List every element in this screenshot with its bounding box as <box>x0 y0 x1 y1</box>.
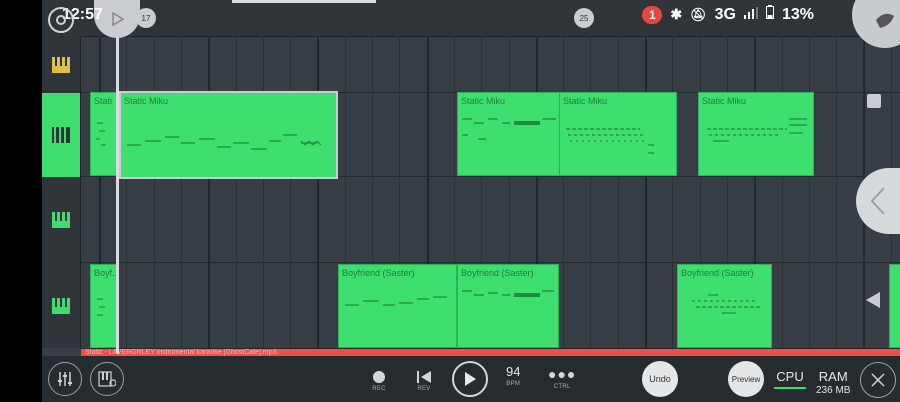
keyboard-icon <box>52 56 70 73</box>
mixer-icon <box>58 372 72 386</box>
menu-icon <box>56 15 66 25</box>
grid-line <box>672 36 674 348</box>
track-header-2[interactable] <box>42 93 80 177</box>
play-button[interactable] <box>452 361 488 397</box>
scroll-top-handle[interactable] <box>867 94 881 108</box>
playlist-grid[interactable]: Stati Static Miku Static Miku Static Mik… <box>81 36 900 349</box>
ram-meter: RAM 236 MB <box>816 369 850 396</box>
track-header-3[interactable] <box>42 177 80 263</box>
rewind-label: REV <box>417 386 431 392</box>
grid-line <box>836 36 838 348</box>
close-button[interactable] <box>860 362 896 398</box>
grid-line <box>563 36 565 348</box>
grid-line <box>208 36 211 348</box>
pattern-clip[interactable]: Boyf... <box>90 264 117 348</box>
pattern-clip[interactable]: Static Miku <box>457 92 560 176</box>
close-icon <box>871 373 885 387</box>
undo-button[interactable]: Undo <box>642 361 678 397</box>
grid-line <box>617 36 619 348</box>
scroll-left-arrow[interactable] <box>866 292 880 308</box>
chevron-left-icon <box>870 187 885 215</box>
cpu-meter: CPU <box>774 369 806 389</box>
keyboard-icon <box>52 127 70 143</box>
cpu-bar <box>774 387 806 389</box>
keyboard-icon <box>52 297 70 314</box>
pattern-clip[interactable]: Static Miku <box>559 92 677 176</box>
pattern-clip[interactable]: Stati <box>90 92 117 176</box>
control-label: CTRL <box>553 384 571 390</box>
playhead-icon <box>112 11 125 27</box>
cpu-label: CPU <box>776 369 804 384</box>
control-button[interactable]: ●●● CTRL <box>548 362 576 390</box>
ram-label: RAM <box>818 369 848 384</box>
fruit-logo-icon <box>876 13 894 28</box>
grid-line <box>781 36 783 348</box>
pattern-clip-selected[interactable]: Static Miku <box>119 91 338 179</box>
record-label: REC <box>372 386 386 392</box>
pattern-clip[interactable]: Boyfriend (Saster) <box>457 264 559 348</box>
undo-label: Undo <box>649 374 671 384</box>
grid-line <box>262 36 264 348</box>
track-lane-3[interactable] <box>81 177 900 263</box>
pattern-clip[interactable]: Static Miku <box>698 92 814 176</box>
loop-region[interactable] <box>232 0 376 3</box>
more-dots-icon: ●●● <box>548 366 577 382</box>
record-icon <box>373 371 385 383</box>
tempo-label: BPM <box>506 381 521 387</box>
grid-line <box>590 36 592 348</box>
ruler-marker[interactable]: 25 <box>574 8 594 28</box>
mixer-button[interactable] <box>48 362 82 396</box>
rewind-button[interactable]: REV <box>416 362 432 392</box>
preview-label: Preview <box>731 374 761 384</box>
rewind-icon <box>417 371 431 383</box>
audio-clip-label: Static - LAVERGRLEY instrumental karaoke… <box>85 349 277 356</box>
track-header-4[interactable] <box>42 263 80 348</box>
grid-line <box>153 36 155 348</box>
pattern-clip[interactable]: Boyfriend (Saster) <box>677 264 772 348</box>
bottom-toolbar: REC REV 94 BPM ●●● CTRL Undo Preview CPU… <box>42 356 900 402</box>
track-headers <box>42 36 81 348</box>
timeline-ruler[interactable]: 17 25 <box>42 0 900 37</box>
ram-value: 236 MB <box>816 385 851 396</box>
playhead-line[interactable] <box>116 0 119 354</box>
pattern-clip-partial[interactable] <box>889 264 900 348</box>
grid-line <box>180 36 182 348</box>
pattern-clip[interactable]: Boyfriend (Saster) <box>338 264 457 348</box>
grid-line <box>645 36 647 348</box>
grid-line <box>126 36 128 348</box>
piano-settings-icon <box>98 371 116 387</box>
track-header-1[interactable] <box>42 36 80 93</box>
tempo-control[interactable]: 94 BPM <box>506 364 520 387</box>
grid-line <box>317 36 320 348</box>
track-lane-1[interactable] <box>81 36 900 93</box>
app-menu-button[interactable] <box>48 7 74 33</box>
grid-line <box>290 36 292 348</box>
grid-line <box>808 36 810 348</box>
piano-settings-button[interactable] <box>90 362 124 396</box>
play-icon <box>465 372 476 386</box>
record-button[interactable]: REC <box>372 362 386 392</box>
tempo-value: 94 <box>506 364 521 379</box>
playlist-view: 17 25 Stati Static Miku Static Miku Stat… <box>42 0 900 402</box>
grid-line <box>235 36 237 348</box>
fl-studio-mobile-app: 12:57 1 ✱ 🔕︎ 3G 13% 17 25 Stati Static M… <box>0 0 900 402</box>
keyboard-icon <box>52 212 70 228</box>
preview-button[interactable]: Preview <box>728 361 764 397</box>
